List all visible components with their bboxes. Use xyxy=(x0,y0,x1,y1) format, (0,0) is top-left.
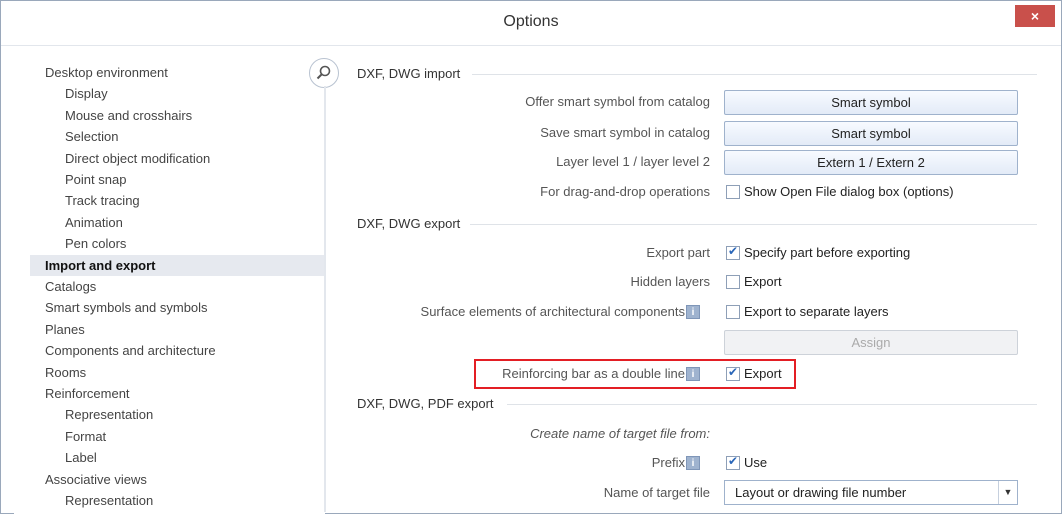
sidebar-item[interactable]: Format xyxy=(65,426,106,447)
search-icon xyxy=(316,65,331,80)
chevron-down-icon[interactable]: ▼ xyxy=(998,481,1017,504)
section-dxf-export: DXF, DWG export xyxy=(357,214,1037,234)
section-rule xyxy=(470,224,1037,225)
options-panel: DXF, DWG import Offer smart symbol from … xyxy=(345,58,1045,512)
close-button[interactable]: × xyxy=(1015,5,1055,27)
assign-button[interactable]: Assign xyxy=(724,330,1018,355)
sidebar-item[interactable]: Display xyxy=(65,83,108,104)
export-part-checkbox[interactable] xyxy=(726,244,740,260)
title-bar: Options × xyxy=(1,1,1061,46)
target-file-select[interactable]: Layout or drawing file number ▼ xyxy=(724,480,1018,505)
layer-level-label: Layer level 1 / layer level 2 xyxy=(556,154,710,169)
sidebar-item[interactable]: Selection xyxy=(65,126,118,147)
save-smart-symbol-label: Save smart symbol in catalog xyxy=(540,125,710,140)
sidebar-item[interactable]: Desktop environment xyxy=(45,62,168,83)
sidebar-item[interactable]: Planes xyxy=(45,319,85,340)
sidebar-item[interactable]: Rooms xyxy=(45,362,86,383)
layer-level-button[interactable]: Extern 1 / Extern 2 xyxy=(724,150,1018,175)
highlight-frame xyxy=(474,359,796,389)
target-file-value: Layout or drawing file number xyxy=(735,485,907,500)
surface-elements-label: Surface elements of architectural compon… xyxy=(420,304,685,319)
hidden-layers-label: Hidden layers xyxy=(630,274,711,289)
sidebar-item[interactable]: Import and export xyxy=(30,254,325,276)
section-pdf-export: DXF, DWG, PDF export xyxy=(357,394,1037,414)
create-name-label: Create name of target file from: xyxy=(530,426,710,441)
prefix-checkbox-label: Use xyxy=(744,455,768,470)
sidebar-item[interactable]: Pen colors xyxy=(65,233,126,254)
prefix-label: Prefix xyxy=(651,455,685,470)
search-button[interactable] xyxy=(309,58,339,88)
surface-elements-checkbox-label: Export to separate layers xyxy=(744,304,889,319)
sidebar-item[interactable]: Direct object modification xyxy=(65,148,210,169)
section-title: DXF, DWG, PDF export xyxy=(357,396,494,411)
surface-elements-checkbox[interactable] xyxy=(726,305,740,319)
hidden-layers-checkbox[interactable] xyxy=(726,275,740,289)
offer-smart-symbol-button[interactable]: Smart symbol xyxy=(724,90,1018,115)
panel-divider xyxy=(324,86,326,512)
sidebar-item[interactable]: Components and architecture xyxy=(45,340,216,361)
save-smart-symbol-button[interactable]: Smart symbol xyxy=(724,121,1018,146)
sidebar-item[interactable]: Label xyxy=(65,447,97,468)
surface-elements-info-icon[interactable]: i xyxy=(686,305,700,319)
sidebar-item[interactable]: Mouse and crosshairs xyxy=(65,105,192,126)
hidden-layers-checkbox-label: Export xyxy=(744,274,782,289)
section-rule xyxy=(472,74,1037,75)
options-tree: Desktop environment Display Mouse and cros… xyxy=(14,58,325,514)
sidebar-item[interactable]: Representation xyxy=(65,490,153,511)
section-rule xyxy=(507,404,1037,405)
drag-drop-checkbox-label: Show Open File dialog box (options) xyxy=(744,184,954,199)
drag-drop-label: For drag-and-drop operations xyxy=(540,184,710,199)
sidebar-item[interactable]: Associative views xyxy=(45,469,147,490)
target-file-label: Name of target file xyxy=(603,485,710,500)
section-title: DXF, DWG import xyxy=(357,66,461,81)
drag-drop-checkbox[interactable] xyxy=(726,185,740,199)
section-title: DXF, DWG export xyxy=(357,216,461,231)
sidebar-item[interactable]: Smart symbols and symbols xyxy=(45,297,208,318)
sidebar-item[interactable]: Point snap xyxy=(65,169,126,190)
dialog-title: Options xyxy=(503,13,559,30)
sidebar-item[interactable]: Animation xyxy=(65,212,123,233)
export-part-checkbox-label: Specify part before exporting xyxy=(744,245,911,260)
prefix-checkbox[interactable] xyxy=(726,454,740,470)
offer-smart-symbol-label: Offer smart symbol from catalog xyxy=(525,94,710,109)
section-dxf-import: DXF, DWG import xyxy=(357,64,1037,84)
export-part-label: Export part xyxy=(646,245,710,260)
sidebar-item[interactable]: Representation xyxy=(65,404,153,425)
sidebar-item[interactable]: Reinforcement xyxy=(45,383,130,404)
sidebar-item[interactable]: Track tracing xyxy=(65,190,140,211)
prefix-info-icon[interactable]: i xyxy=(686,456,700,470)
sidebar-item[interactable]: Catalogs xyxy=(45,276,96,297)
